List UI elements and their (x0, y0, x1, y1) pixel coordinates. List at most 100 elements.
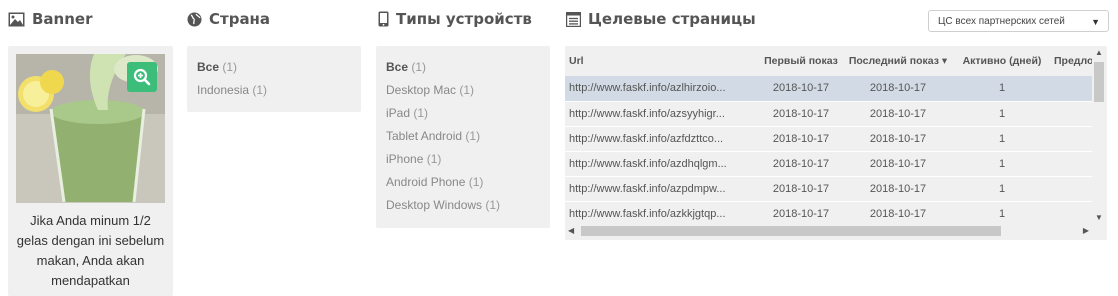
cell-first-shown: 2018-10-17 (760, 101, 842, 127)
device-item-count: (1) (468, 175, 484, 189)
column-header-first-shown[interactable]: Первый показ (760, 46, 842, 76)
vertical-scrollbar[interactable]: ▲ ▼ (1092, 46, 1106, 224)
country-list: Все (1) Indonesia (1) (187, 46, 361, 102)
cell-last-shown: 2018-10-17 (842, 76, 954, 102)
mobile-device-icon (378, 11, 389, 27)
devices-title-text: Типы устройств (396, 10, 532, 28)
cell-active-days: 1 (954, 201, 1050, 224)
device-item-desktop-mac[interactable]: Desktop Mac (1) (386, 79, 540, 102)
device-item-ipad[interactable]: iPad (1) (386, 102, 540, 125)
banner-section-title: Banner (8, 10, 92, 28)
cell-first-shown: 2018-10-17 (760, 201, 842, 224)
column-header-last-shown[interactable]: Последний показ ▾ (842, 46, 954, 76)
banner-panel: Jika Anda minum 1/2 gelas dengan ini seb… (8, 46, 173, 296)
column-header-offer[interactable]: Предложение (1050, 46, 1092, 76)
vertical-scroll-thumb[interactable] (1094, 62, 1104, 102)
cell-first-shown: 2018-10-17 (760, 76, 842, 102)
cell-offer (1050, 76, 1092, 102)
device-item-label: Все (386, 60, 409, 74)
cell-last-shown: 2018-10-17 (842, 101, 954, 127)
banner-caption: Jika Anda minum 1/2 gelas dengan ini seb… (16, 213, 165, 288)
scroll-down-arrow-icon[interactable]: ▼ (1092, 213, 1106, 222)
cell-last-shown: 2018-10-17 (842, 176, 954, 202)
landing-pages-section-title: Целевые страницы (566, 10, 756, 28)
devices-panel: Все (1) Desktop Mac (1) iPad (1) Tablet … (376, 46, 550, 228)
caret-down-icon: ▼ (1091, 17, 1100, 27)
device-item-label: iPad (386, 106, 411, 120)
table-row[interactable]: http://www.faskf.info/azsyyhigr... 2018-… (565, 101, 1092, 127)
horizontal-scroll-thumb[interactable] (581, 226, 1001, 236)
column-header-url[interactable]: Url (565, 46, 760, 76)
scroll-right-arrow-icon[interactable]: ▶ (1083, 224, 1089, 238)
cell-last-shown: 2018-10-17 (842, 151, 954, 177)
landing-pages-panel: Url Первый показ Последний показ ▾ Актив… (565, 46, 1107, 240)
device-item-label: Android Phone (386, 175, 466, 189)
cell-active-days: 1 (954, 101, 1050, 127)
device-item-label: Desktop Windows (386, 198, 483, 212)
device-item-all[interactable]: Все (1) (386, 56, 540, 79)
devices-list: Все (1) Desktop Mac (1) iPad (1) Tablet … (376, 46, 550, 217)
device-item-count: (1) (485, 198, 501, 212)
device-item-count: (1) (413, 106, 429, 120)
device-item-label: Tablet Android (386, 129, 463, 143)
device-item-label: iPhone (386, 152, 424, 166)
banner-title-text: Banner (32, 10, 93, 28)
cell-url: http://www.faskf.info/azpdmpw... (565, 176, 760, 202)
banner-image[interactable] (16, 54, 165, 203)
cell-first-shown: 2018-10-17 (760, 176, 842, 202)
cell-url: http://www.faskf.info/azdhqlgm... (565, 151, 760, 177)
cell-first-shown: 2018-10-17 (760, 151, 842, 177)
country-section-title: Страна (187, 10, 270, 28)
cell-url: http://www.faskf.info/azlhirzoio... (565, 76, 760, 102)
country-panel: Все (1) Indonesia (1) (187, 46, 361, 112)
devices-section-title: Типы устройств (378, 10, 532, 28)
device-item-iphone[interactable]: iPhone (1) (386, 148, 540, 171)
zoom-icon[interactable] (127, 62, 157, 92)
scroll-left-arrow-icon[interactable]: ◀ (568, 224, 574, 238)
table-header-row: Url Первый показ Последний показ ▾ Актив… (565, 46, 1092, 76)
cell-offer (1050, 201, 1092, 224)
device-item-android-phone[interactable]: Android Phone (1) (386, 171, 540, 194)
country-item-label: Indonesia (197, 83, 250, 97)
device-item-desktop-windows[interactable]: Desktop Windows (1) (386, 194, 540, 217)
table-row[interactable]: http://www.faskf.info/azkkjgtqp... 2018-… (565, 201, 1092, 224)
device-item-count: (1) (459, 83, 475, 97)
cell-first-shown: 2018-10-17 (760, 126, 842, 152)
device-item-label: Desktop Mac (386, 83, 457, 97)
globe-icon (187, 12, 202, 27)
cell-url: http://www.faskf.info/azsyyhigr... (565, 101, 760, 127)
device-item-count: (1) (426, 152, 442, 166)
cell-url: http://www.faskf.info/azkkjgtqp... (565, 201, 760, 224)
device-item-tablet-android[interactable]: Tablet Android (1) (386, 125, 540, 148)
ad-network-select[interactable]: ЦС всех партнерских сетей ▼ (928, 10, 1109, 32)
list-document-icon (566, 11, 581, 27)
image-icon (8, 12, 25, 27)
cell-url: http://www.faskf.info/azfdzttco... (565, 126, 760, 152)
cell-active-days: 1 (954, 151, 1050, 177)
horizontal-scrollbar[interactable]: ◀ ▶ (565, 224, 1092, 238)
ad-network-select-value: ЦС всех партнерских сетей (938, 15, 1065, 27)
cell-active-days: 1 (954, 76, 1050, 102)
landing-pages-title-text: Целевые страницы (588, 10, 756, 28)
device-item-count: (1) (465, 129, 481, 143)
cell-active-days: 1 (954, 126, 1050, 152)
scroll-up-arrow-icon[interactable]: ▲ (1092, 48, 1106, 57)
cell-offer (1050, 176, 1092, 202)
cell-active-days: 1 (954, 176, 1050, 202)
table-row[interactable]: http://www.faskf.info/azlhirzoio... 2018… (565, 76, 1092, 102)
cell-offer (1050, 126, 1092, 152)
landing-pages-table: Url Первый показ Последний показ ▾ Актив… (565, 46, 1092, 224)
column-header-active-days[interactable]: Активно (дней) (954, 46, 1050, 76)
table-row[interactable]: http://www.faskf.info/azfdzttco... 2018-… (565, 126, 1092, 152)
cell-last-shown: 2018-10-17 (842, 201, 954, 224)
table-row[interactable]: http://www.faskf.info/azdhqlgm... 2018-1… (565, 151, 1092, 177)
cell-offer (1050, 101, 1092, 127)
country-item-count: (1) (252, 83, 268, 97)
country-item-indonesia[interactable]: Indonesia (1) (197, 79, 351, 102)
country-item-label: Все (197, 60, 220, 74)
landing-pages-grid: Url Первый показ Последний показ ▾ Актив… (565, 46, 1092, 224)
cell-offer (1050, 151, 1092, 177)
country-item-all[interactable]: Все (1) (197, 56, 351, 79)
country-item-count: (1) (222, 60, 238, 74)
table-row[interactable]: http://www.faskf.info/azpdmpw... 2018-10… (565, 176, 1092, 202)
